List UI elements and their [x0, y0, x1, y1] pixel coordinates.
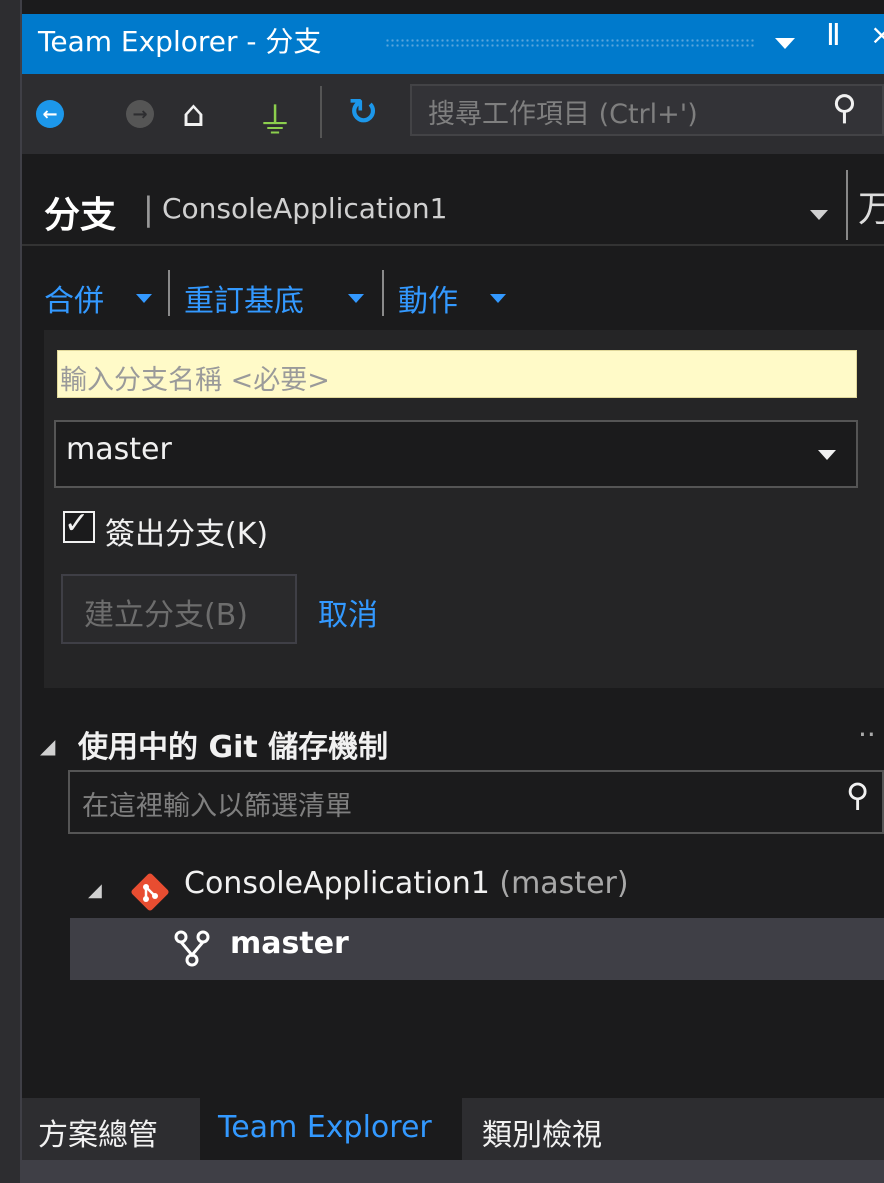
connect-plug-icon[interactable]: ⏚	[257, 92, 293, 144]
tab-team-explorer[interactable]: Team Explorer	[218, 1110, 432, 1145]
select-chevron-down-icon[interactable]	[818, 450, 836, 460]
repository-item[interactable]: ConsoleApplication1 (master)	[184, 866, 629, 901]
tab-divider	[460, 1098, 462, 1160]
header-divider-line	[22, 244, 884, 246]
refresh-icon[interactable]: ↻	[348, 92, 378, 133]
window-menu-chevron-down-icon[interactable]	[775, 38, 795, 49]
branch-icon	[174, 930, 210, 967]
back-button[interactable]: ←	[36, 100, 64, 128]
tab-solution-explorer[interactable]: 方案總管	[38, 1110, 158, 1154]
forward-button[interactable]: →	[126, 100, 154, 128]
collapse-triangle-icon[interactable]: ◢	[40, 734, 55, 758]
branch-name: master	[230, 926, 349, 961]
merge-link[interactable]: 合併	[44, 276, 104, 320]
section-title[interactable]: 使用中的 Git 儲存機制	[78, 722, 388, 766]
filter-placeholder: 在這裡輸入以篩選清單	[82, 791, 352, 822]
tab-divider	[200, 1098, 202, 1160]
checkmark-icon: ✓	[64, 506, 90, 541]
base-branch-value: master	[66, 432, 172, 467]
create-branch-button-label: 建立分支(B)	[84, 598, 248, 633]
header-clipped-link[interactable]: 万	[858, 180, 884, 232]
pin-icon[interactable]: Ⅱ	[826, 18, 841, 53]
arrow-left-icon: ←	[42, 103, 58, 125]
branch-name-placeholder: 輸入分支名稱 <必要>	[60, 365, 330, 396]
status-strip	[22, 1160, 884, 1183]
page-dropdown-chevron-down-icon[interactable]	[810, 210, 828, 220]
home-icon[interactable]: ⌂	[182, 94, 205, 135]
close-icon[interactable]: ×	[870, 18, 884, 51]
actions-link[interactable]: 動作	[398, 276, 458, 320]
action-divider	[168, 270, 170, 316]
action-divider	[382, 270, 384, 316]
search-icon[interactable]: ⚲	[846, 776, 869, 814]
rebase-chevron-down-icon[interactable]	[348, 294, 364, 303]
title-separator: |	[143, 190, 154, 228]
outer-frame	[0, 0, 20, 1183]
page-title: 分支	[44, 195, 117, 236]
repository-name: ConsoleApplication1	[184, 866, 490, 901]
header-divider	[846, 170, 848, 240]
expand-triangle-icon[interactable]: ◢	[88, 880, 102, 901]
search-placeholder: 搜尋工作項目 (Ctrl+')	[428, 99, 698, 130]
search-icon[interactable]: ⚲	[832, 88, 857, 128]
cancel-link[interactable]: 取消	[318, 590, 378, 634]
toolbar-divider	[320, 86, 322, 138]
checkout-branch-label[interactable]: 簽出分支(K)	[105, 509, 268, 553]
actions-chevron-down-icon[interactable]	[490, 294, 506, 303]
project-name[interactable]: ConsoleApplication1	[162, 192, 447, 225]
window-title: Team Explorer - 分支	[38, 25, 322, 58]
base-branch-select[interactable]	[54, 420, 858, 488]
title-grip[interactable]	[385, 38, 755, 48]
arrow-right-icon: →	[132, 103, 148, 125]
merge-chevron-down-icon[interactable]	[136, 294, 152, 303]
repository-current-branch: (master)	[499, 866, 629, 901]
more-options-icon[interactable]: ··	[858, 718, 876, 751]
git-logo-icon	[131, 873, 169, 911]
rebase-link[interactable]: 重訂基底	[184, 276, 304, 320]
tab-class-view[interactable]: 類別檢視	[482, 1110, 602, 1154]
